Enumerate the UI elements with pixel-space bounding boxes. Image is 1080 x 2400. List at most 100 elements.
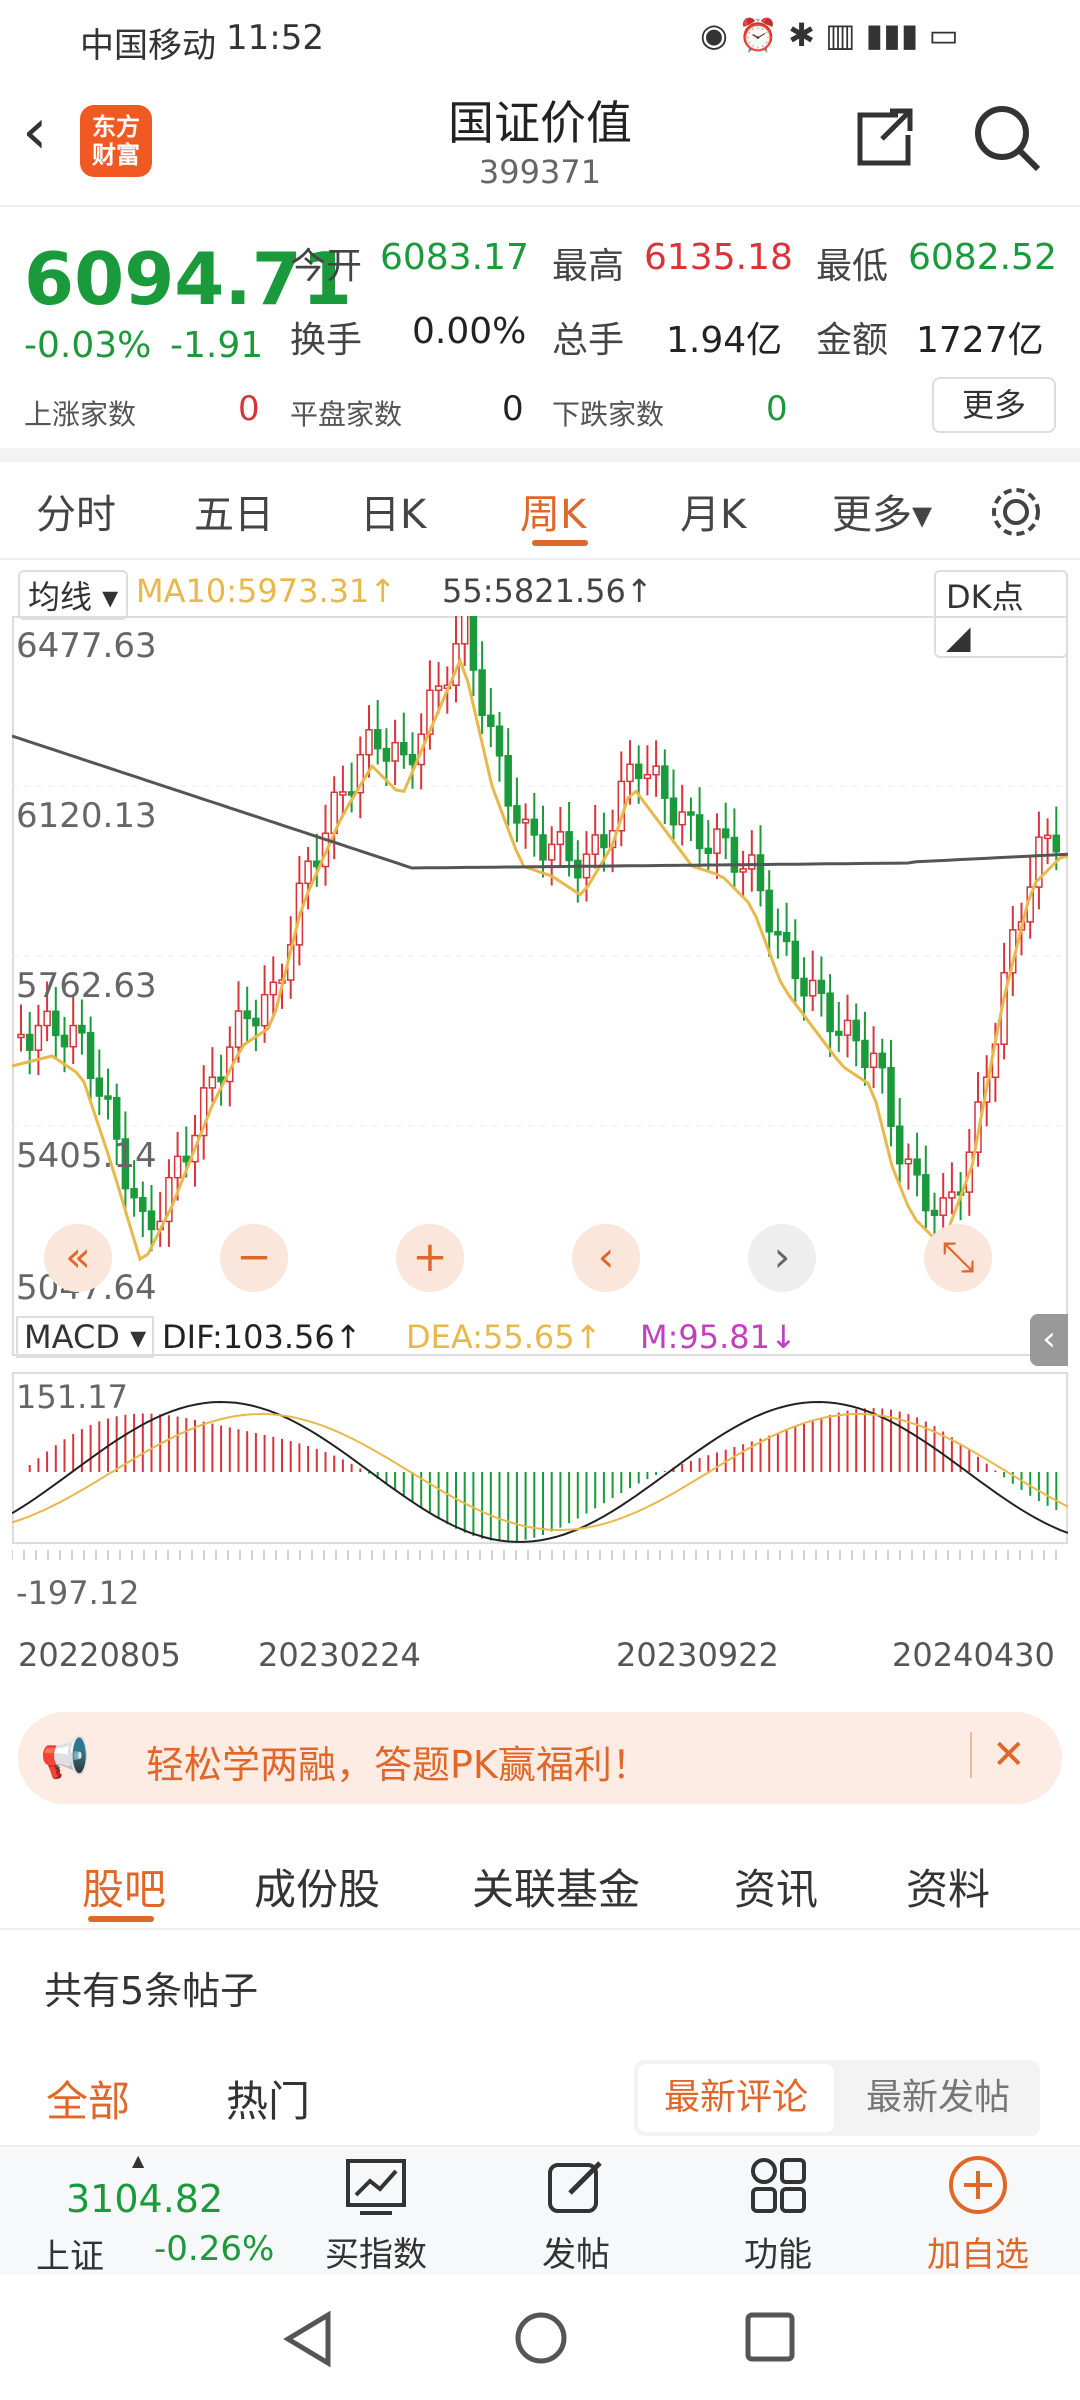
up-count-label: 上涨家数 [24,398,137,431]
candle-body [52,1010,60,1037]
candle-body [1043,834,1052,840]
function-button[interactable]: 功能 [698,2227,858,2276]
scroll-right-button[interactable]: › [748,1224,816,1292]
amount-label: 金额 [816,320,889,361]
bottom-nav: 3104.82 上证 -0.26% ▲ 买指数 发帖 功能 加自选 [0,2145,1080,2277]
tab-forum[interactable]: 股吧 [82,1856,166,1917]
candle-body [504,755,512,807]
candle-body [304,860,312,885]
chart-icon [346,2159,406,2215]
y-tick: 6120.13 [16,796,157,836]
low-label: 最低 [816,246,889,287]
share-icon[interactable] [852,105,916,169]
candle-body [678,811,686,826]
sort-latest-comment[interactable]: 最新评论 [638,2064,834,2132]
zoom-out-button[interactable]: − [220,1224,288,1292]
candle-body [695,814,704,850]
amount-value: 1727亿 [916,320,1044,361]
tab-monthly-k[interactable]: 月K [680,482,746,540]
post-button[interactable]: 发帖 [496,2227,656,2276]
candle-body [139,1196,147,1212]
more-button[interactable]: 更多 [932,377,1056,433]
candle-body [521,818,530,824]
candle-body [930,1209,939,1216]
settings-icon[interactable] [988,484,1044,540]
filter-all[interactable]: 全部 [46,2068,130,2129]
filter-hot[interactable]: 热门 [226,2068,310,2129]
candle-body [173,1155,182,1179]
candle-body [400,741,408,756]
tab-related-funds[interactable]: 关联基金 [472,1856,640,1917]
tab-news[interactable]: 资讯 [734,1856,818,1917]
recents-nav-icon[interactable] [744,2311,796,2363]
add-watchlist-button[interactable]: 加自选 [898,2227,1058,2276]
sort-latest-post[interactable]: 最新发帖 [840,2064,1036,2132]
candle-body [574,859,582,879]
index-price: 3104.82 [66,2177,224,2221]
candle-body [774,930,782,936]
candle-body [643,773,652,780]
candle-body [469,616,478,671]
close-icon[interactable]: ✕ [970,1732,1026,1778]
down-count: 0 [766,389,788,429]
megaphone-icon: 📢 [40,1735,90,1781]
back-nav-icon[interactable] [282,2311,334,2367]
fullscreen-button[interactable]: ⤡ [924,1224,992,1292]
candle-body [904,1158,913,1165]
macd-select[interactable]: MACD ▾ [16,1316,155,1358]
candle-body [260,993,269,1027]
promo-banner[interactable]: 📢 轻松学两融，答题PK赢福利！ ✕ [18,1712,1062,1804]
candle-body [704,847,713,854]
candle-body [530,818,539,836]
tab-five-day[interactable]: 五日 [194,482,274,540]
search-icon[interactable] [972,103,1042,173]
volume-value: 1.94亿 [666,320,783,361]
status-bar: 中国移动 11:52 ◉ ⏰ ✱ ▥ ▮▮▮ ▭ [0,0,1080,75]
ma10-value: MA10:5973.31↑ [136,572,397,610]
index-change: -0.26% [154,2229,275,2269]
candle-body [861,1039,869,1069]
candle-body [234,1010,243,1048]
candle-body [252,1017,260,1027]
y-tick: 5762.63 [16,966,157,1006]
tab-weekly-k[interactable]: 周K [520,482,586,540]
candle-body [269,981,278,996]
buy-index-button[interactable]: 买指数 [296,2227,456,2276]
candle-body [547,843,556,861]
turnover-value: 0.00% [412,311,527,352]
candle-body [782,931,791,943]
zoom-in-button[interactable]: + [396,1224,464,1292]
candle-body [634,763,643,780]
index-name: 上证 [36,2237,104,2277]
macd-dif: DIF:103.56↑ [162,1318,362,1356]
tab-intraday[interactable]: 分时 [36,482,116,540]
scroll-left-fast-button[interactable]: « [44,1224,112,1292]
candle-body [382,747,391,762]
tab-profile[interactable]: 资料 [906,1856,990,1917]
home-nav-icon[interactable] [512,2309,570,2367]
candle-body [687,811,695,816]
compose-icon [548,2161,602,2213]
post-filter-bar: 全部 热门 最新评论 最新发帖 [0,2040,1080,2140]
candle-body [817,979,826,994]
kline-chart[interactable]: 均线 ▾ MA10:5973.31↑ 55:5821.56↑ DK点 ◢ 647… [12,560,1068,1700]
scroll-left-button[interactable]: ‹ [572,1224,640,1292]
candle-body [826,992,834,1033]
candle-body [95,1077,104,1097]
indicator-select[interactable]: 均线 ▾ [18,570,129,620]
candle-body [600,834,608,849]
top-bar: ‹ 东方 财富 国证价值 399371 [0,75,1080,205]
banner-text: 轻松学两融，答题PK赢福利！ [146,1743,650,1787]
y-tick: 5405.14 [16,1136,157,1176]
x-tick: 20240430 [892,1636,1055,1674]
candle-body [112,1096,121,1140]
candle-body [43,1010,51,1027]
candle-body [661,765,669,799]
tab-constituents[interactable]: 成份股 [254,1856,380,1917]
collapse-panel-icon[interactable]: ‹ [1030,1314,1068,1366]
tab-more[interactable]: 更多▾ [832,482,932,540]
period-tabs: 分时 五日 日K 周K 月K 更多▾ [0,460,1080,560]
active-tab-indicator [532,540,588,546]
macd-plot [12,1372,1068,1560]
tab-daily-k[interactable]: 日K [360,482,426,540]
